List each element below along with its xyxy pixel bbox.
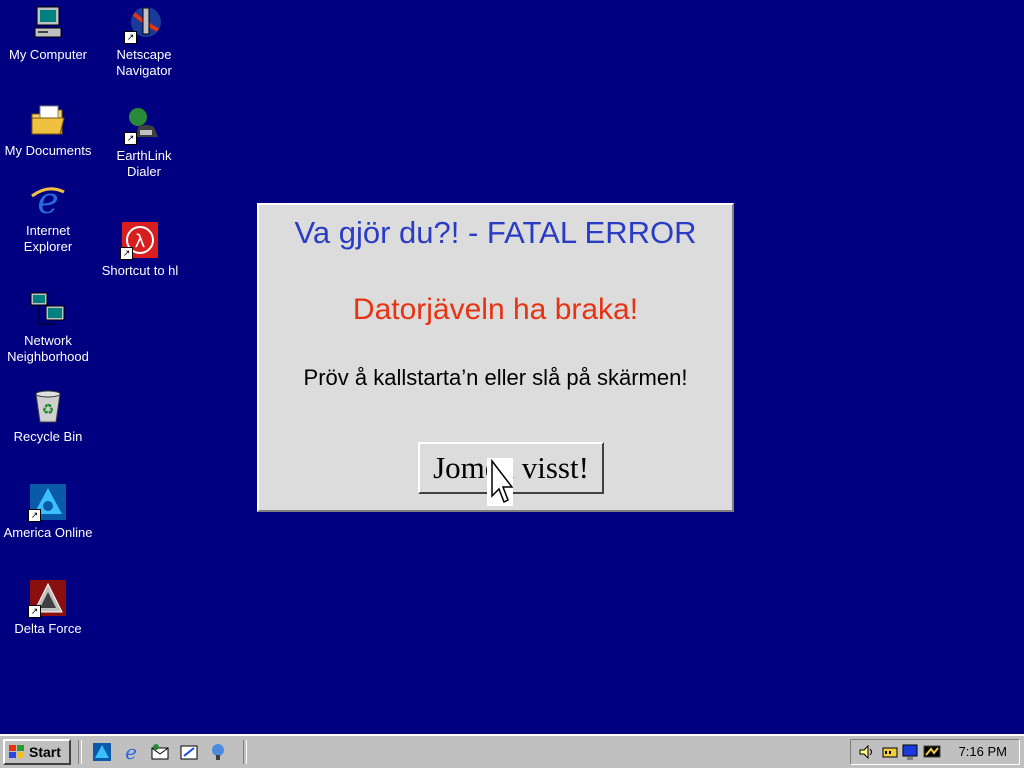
clock[interactable]: 7:16 PM — [959, 744, 1007, 759]
svg-text:λ: λ — [135, 231, 146, 252]
recycle-bin-icon: ♻ — [28, 386, 68, 426]
desktop-icon-label: My Computer — [8, 47, 88, 62]
desktop-icon-netscape-navigator[interactable]: ↗ Netscape Navigator — [96, 4, 192, 79]
svg-text:♻: ♻ — [42, 402, 55, 418]
quicklaunch-channels-icon[interactable] — [208, 742, 228, 762]
taskbar: Start e 7:16 PM — [0, 734, 1024, 768]
svg-text:e: e — [37, 181, 58, 220]
desktop-icon-label: America Online — [3, 525, 93, 540]
desktop-icon-my-documents[interactable]: My Documents — [0, 100, 96, 159]
shortcut-arrow-icon: ↗ — [124, 132, 137, 145]
desktop-icon-label: Delta Force — [14, 621, 82, 636]
desktop-icon-internet-explorer[interactable]: e Internet Explorer — [0, 180, 96, 255]
modem-icon[interactable] — [881, 743, 899, 761]
netscape-icon: ↗ — [124, 4, 164, 44]
half-life-icon: λ ↗ — [120, 220, 160, 260]
folder-icon — [28, 100, 68, 140]
internet-explorer-icon: e — [28, 180, 68, 220]
phone-icon: ↗ — [124, 105, 164, 145]
quicklaunch-outlook-express-icon[interactable] — [150, 742, 170, 762]
desktop-icon-label: Recycle Bin — [13, 429, 83, 444]
aol-icon: ↗ — [28, 482, 68, 522]
desktop-icon-label: Internet Explorer — [23, 223, 73, 254]
desktop-icon-label: Netscape Navigator — [116, 47, 172, 78]
windows-logo-icon — [8, 744, 26, 760]
shortcut-arrow-icon: ↗ — [28, 509, 41, 522]
quicklaunch-aol-icon[interactable] — [92, 742, 112, 762]
system-tray: 7:16 PM — [850, 739, 1020, 765]
quicklaunch-internet-explorer-icon[interactable]: e — [121, 742, 141, 762]
display-icon[interactable] — [901, 743, 919, 761]
desktop-icon-label: EarthLink Dialer — [116, 148, 172, 179]
desktop-icon-label: Shortcut to hl — [101, 263, 179, 278]
desktop-icon-delta-force[interactable]: ↗ Delta Force — [0, 578, 96, 637]
desktop-icon-my-computer[interactable]: My Computer — [0, 4, 96, 63]
mouse-pointer-icon — [487, 458, 513, 506]
desktop-icon-shortcut-to-hl[interactable]: λ ↗ Shortcut to hl — [92, 220, 188, 279]
start-label: Start — [29, 744, 61, 760]
shortcut-arrow-icon: ↗ — [28, 605, 41, 618]
svg-text:e: e — [125, 742, 137, 762]
desktop-icon-network-neighborhood[interactable]: Network Neighborhood — [0, 290, 96, 365]
shortcut-arrow-icon: ↗ — [124, 31, 137, 44]
dialog-subtitle: Datorjäveln ha braka! — [352, 293, 639, 326]
start-button[interactable]: Start — [3, 739, 71, 765]
desktop-icon-label: Network Neighborhood — [7, 333, 89, 364]
monitor-icon[interactable] — [923, 743, 941, 761]
desktop-icon-label: My Documents — [4, 143, 92, 158]
quicklaunch-show-desktop-icon[interactable] — [179, 742, 199, 762]
delta-force-icon: ↗ — [28, 578, 68, 618]
taskbar-separator — [243, 740, 247, 764]
network-icon — [28, 290, 68, 330]
shortcut-arrow-icon: ↗ — [120, 247, 133, 260]
volume-icon[interactable] — [857, 743, 875, 761]
taskbar-separator — [78, 740, 82, 764]
desktop-icon-recycle-bin[interactable]: ♻ Recycle Bin — [0, 386, 96, 445]
dialog-title: Va gjör du?! - FATAL ERROR — [294, 215, 697, 250]
dialog-message: Pröv å kallstarta’n eller slå på skärmen… — [303, 365, 688, 390]
computer-icon — [28, 4, 68, 44]
desktop-icon-america-online[interactable]: ↗ America Online — [0, 482, 96, 541]
desktop-icon-earthlink-dialer[interactable]: ↗ EarthLink Dialer — [96, 105, 192, 180]
